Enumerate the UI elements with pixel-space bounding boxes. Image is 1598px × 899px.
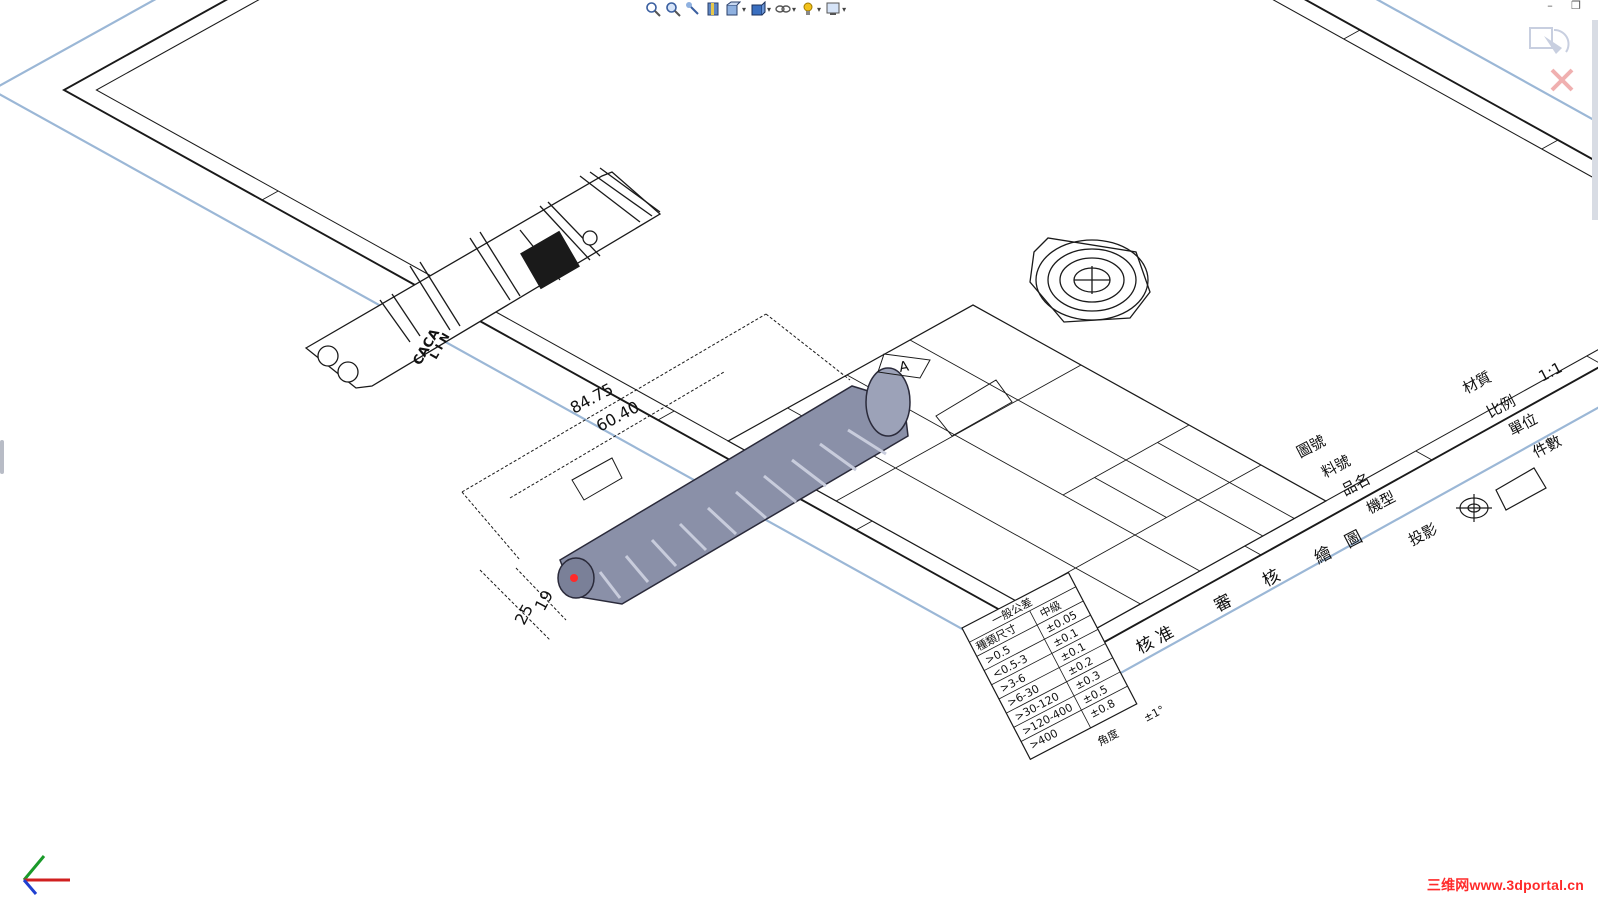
display-style-button[interactable]: ▾	[750, 1, 771, 17]
heads-up-view-toolbar: ▾ ▾ ▾ ▾ ▾	[645, 0, 846, 18]
zoom-to-fit-icon	[646, 2, 661, 17]
part-end-view	[1029, 237, 1151, 323]
zoom-to-fit-button[interactable]	[645, 1, 661, 17]
close-icon[interactable]	[1550, 68, 1574, 92]
projection-label: 投影	[1406, 520, 1441, 550]
dropdown-arrow-icon: ▾	[792, 4, 797, 14]
hide-show-items-button[interactable]: ▾	[775, 1, 796, 17]
feature-manager-collapse-handle[interactable]	[0, 440, 4, 474]
view-settings-button[interactable]: ▾	[825, 1, 846, 17]
window-controls: – ❐	[1542, 0, 1584, 12]
projection-symbol	[1456, 467, 1547, 522]
vertical-scrollbar[interactable]	[1592, 20, 1598, 220]
drawing-sheet	[0, 0, 1598, 697]
previous-view-icon	[686, 2, 699, 15]
zoom-area-icon	[666, 2, 681, 17]
minimize-button[interactable]: –	[1542, 0, 1558, 12]
draw-label: 繪 圖	[1311, 524, 1371, 568]
sheet-outer-border	[0, 0, 1598, 697]
restore-button[interactable]: ❐	[1568, 0, 1584, 12]
tolerance-angle-value: ±1°	[1142, 703, 1167, 725]
watermark: 三维网www.3dportal.cn	[1426, 877, 1584, 893]
zoom-area-button[interactable]	[665, 1, 681, 17]
previous-view-button[interactable]	[685, 1, 701, 17]
view-orientation-icon	[726, 1, 741, 16]
confirmation-corner	[1529, 27, 1574, 92]
dropdown-arrow-icon: ▾	[742, 4, 747, 14]
model-label: 機型	[1364, 488, 1399, 518]
axis-triad	[22, 855, 70, 895]
lights-button[interactable]: ▾	[800, 1, 821, 17]
dropdown-arrow-icon: ▾	[767, 4, 772, 14]
section-view-icon	[707, 2, 719, 16]
tolerance-angle-label: 角度	[1095, 726, 1121, 749]
quantity-label: 件數	[1530, 432, 1565, 462]
material-label: 材質	[1460, 368, 1495, 398]
lights-icon	[803, 2, 813, 15]
check-label: 審 核	[1211, 558, 1298, 616]
view-settings-icon	[826, 2, 840, 15]
dropdown-arrow-icon: ▾	[817, 4, 822, 14]
section-view-button[interactable]	[705, 1, 721, 17]
hide-show-items-icon	[775, 5, 791, 13]
sheet-inner-frame	[95, 0, 1598, 638]
drawing-no-label: 圖號	[1294, 432, 1329, 462]
display-style-icon	[751, 1, 766, 16]
part-side-view	[304, 167, 662, 389]
view-orientation-button[interactable]: ▾	[725, 1, 746, 17]
rebuild-icon[interactable]	[1529, 27, 1570, 54]
scale-label: 比例	[1484, 392, 1519, 422]
dropdown-arrow-icon: ▾	[842, 4, 847, 14]
part-no-label: 料號	[1319, 452, 1354, 482]
unit-label: 單位	[1506, 410, 1541, 440]
drawing-canvas[interactable]: 一般公差 種類尺寸 中級 >0.5 ±0.05 <0.5-3 ±0.1 >3-6…	[0, 0, 1598, 899]
